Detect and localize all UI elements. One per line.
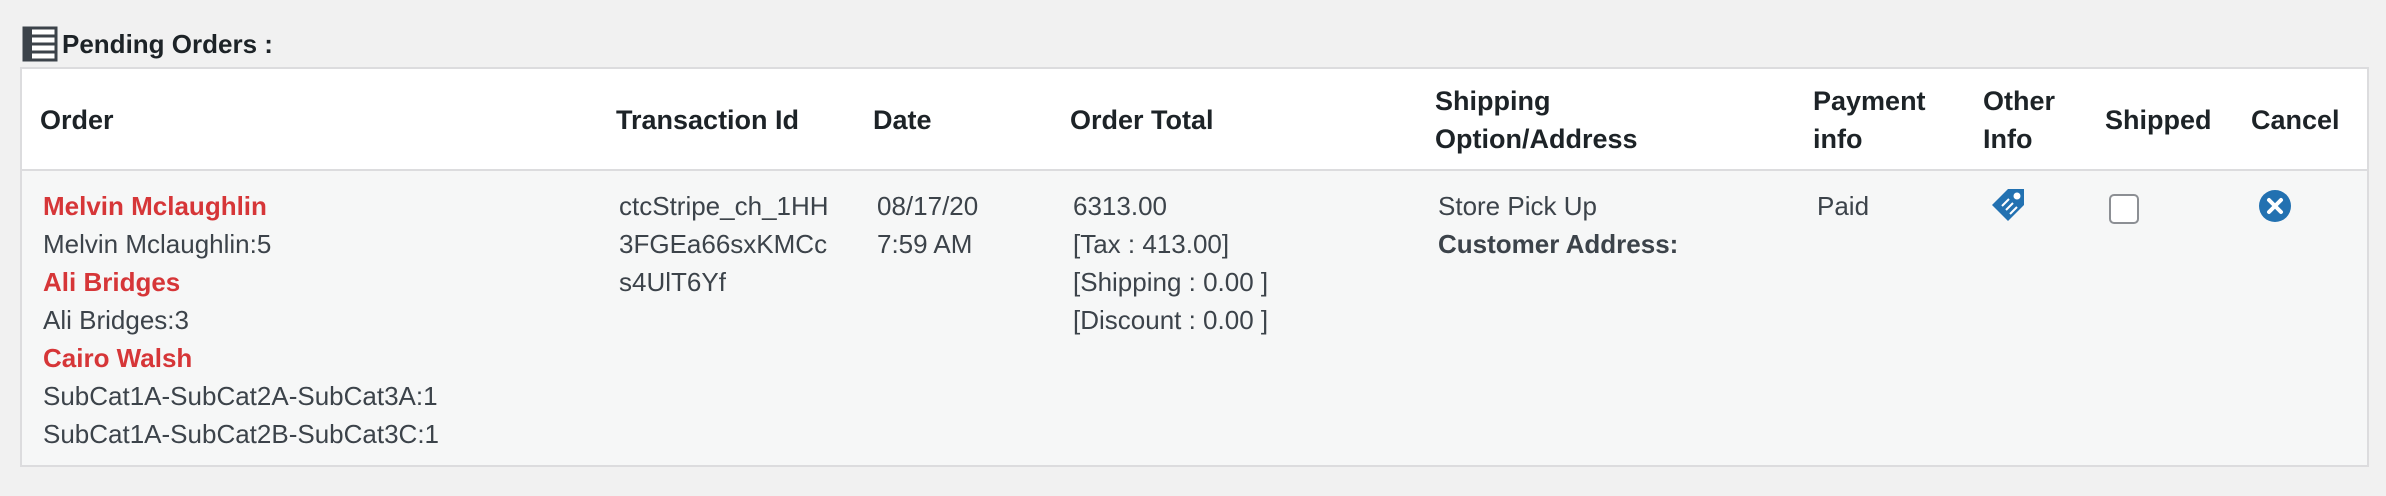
customer-address-label: Customer Address:: [1438, 229, 1679, 259]
order-details: Melvin Mclaughlin Melvin Mclaughlin:5 Al…: [43, 187, 439, 453]
customer-name[interactable]: Cairo Walsh: [43, 339, 439, 377]
column-header-other-line1: Other: [1983, 86, 2056, 116]
column-header-shipping: Shipping Option/Address: [1435, 82, 1638, 158]
order-tax: [Tax : 413.00]: [1073, 229, 1230, 259]
column-header-other-info: Other Info: [1983, 82, 2055, 158]
transaction-id-line: 3FGEa66sxKMCc: [619, 229, 828, 259]
column-header-cancel: Cancel: [2251, 105, 2340, 135]
customer-name[interactable]: Ali Bridges: [43, 263, 439, 301]
column-header-payment-info: Payment info: [1813, 82, 1926, 158]
tag-icon[interactable]: [1988, 183, 2030, 230]
pending-orders-table: Order Transaction Id Date Order Total Sh…: [20, 67, 2369, 467]
column-header-payment-line1: Payment: [1813, 86, 1926, 116]
transaction-id: ctcStripe_ch_1HH 3FGEa66sxKMCc s4UlT6Yf: [619, 187, 829, 301]
column-header-shipped: Shipped: [2105, 105, 2212, 135]
order-item: SubCat1A-SubCat2A-SubCat3A:1: [43, 381, 438, 411]
column-header-shipping-line1: Shipping: [1435, 86, 1551, 116]
shipping-option: Store Pick Up Customer Address:: [1438, 187, 1678, 263]
order-total: 6313.00 [Tax : 413.00] [Shipping : 0.00 …: [1073, 187, 1268, 339]
customer-name[interactable]: Melvin Mclaughlin: [43, 187, 439, 225]
column-header-transaction-id[interactable]: Transaction Id: [616, 101, 799, 139]
order-date-value: 08/17/20: [877, 191, 979, 221]
column-header-shipping-line2: Option/Address: [1435, 124, 1638, 154]
list-view-icon: [22, 26, 58, 62]
order-item: Melvin Mclaughlin:5: [43, 229, 272, 259]
column-header-other-line2: Info: [1983, 124, 2033, 154]
column-header-order[interactable]: Order: [40, 101, 114, 139]
column-header-date[interactable]: Date: [873, 101, 932, 139]
order-total-value: 6313.00: [1073, 191, 1167, 221]
column-header-payment-line2: info: [1813, 124, 1863, 154]
order-date: 08/17/20 7:59 AM: [877, 187, 978, 263]
order-item: SubCat1A-SubCat2B-SubCat3C:1: [43, 419, 440, 449]
order-item: Ali Bridges:3: [43, 305, 189, 335]
shipping-option-value: Store Pick Up: [1438, 191, 1597, 221]
payment-status-value: Paid: [1817, 191, 1870, 221]
table-header: Order Transaction Id Date Order Total Sh…: [22, 69, 2367, 171]
transaction-id-line: s4UlT6Yf: [619, 267, 726, 297]
order-shipping-cost: [Shipping : 0.00 ]: [1073, 267, 1269, 297]
column-header-order-total[interactable]: Order Total: [1070, 101, 1214, 139]
order-time-value: 7:59 AM: [877, 229, 973, 259]
transaction-id-line: ctcStripe_ch_1HH: [619, 191, 829, 221]
section-header: Pending Orders :: [22, 24, 273, 64]
section-title: Pending Orders :: [62, 28, 273, 59]
shipped-checkbox[interactable]: [2109, 194, 2139, 224]
payment-status: Paid: [1817, 187, 1869, 225]
order-discount: [Discount : 0.00 ]: [1073, 305, 1269, 335]
cancel-circle-icon[interactable]: [2258, 189, 2292, 228]
